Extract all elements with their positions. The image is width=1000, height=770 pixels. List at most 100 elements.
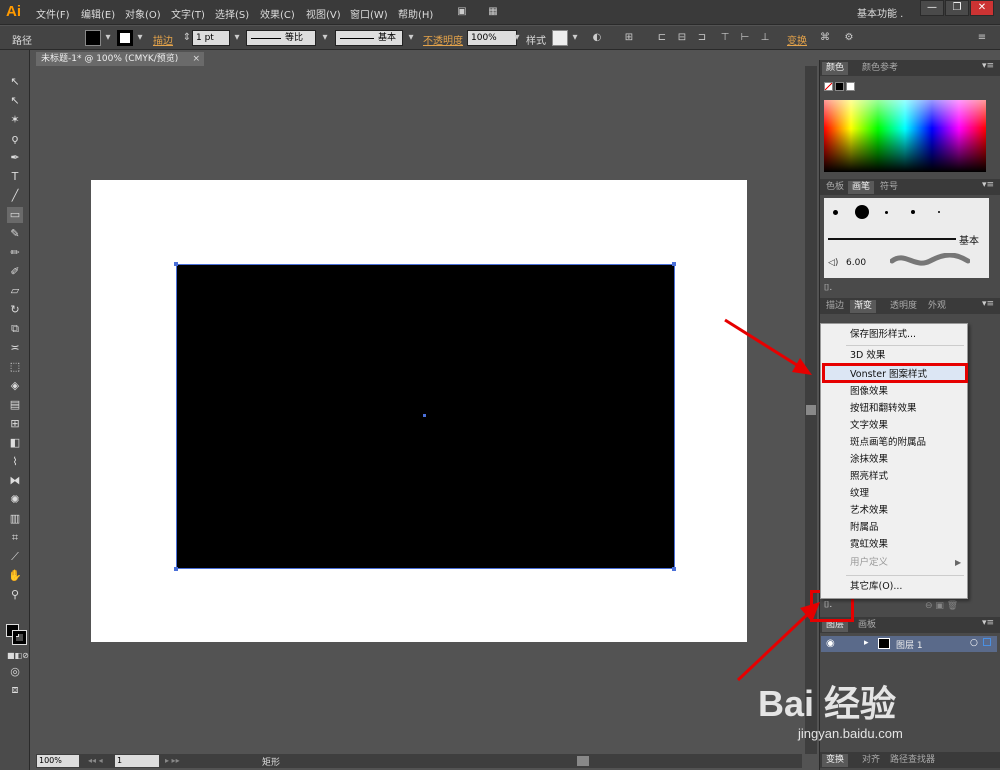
menu-item-save-graphic-styles[interactable]: 保存图形样式... [850,327,916,342]
transform-link[interactable]: 变换 [787,32,807,47]
menu-item-artistic-effects[interactable]: 艺术效果 [850,503,888,518]
variable-width-profile[interactable]: 等比 [246,30,316,46]
anchor-point[interactable] [672,567,676,571]
stroke-dropdown-icon[interactable]: ▾ [133,31,147,45]
stroke-swatch[interactable] [117,30,133,46]
width-tool-icon[interactable]: ≍ [7,340,23,356]
brush-panel-menu-icon[interactable]: ▾≡ [982,180,994,190]
appearance-panel-menu-icon[interactable]: ▾≡ [982,299,994,309]
menu-item-textures[interactable]: 纹理 [850,486,869,501]
close-document-icon[interactable]: × [192,52,200,66]
anchor-point[interactable] [174,262,178,266]
stroke-link[interactable]: 描边 [153,32,173,47]
pen-tool-icon[interactable]: ✒ [7,150,23,166]
slice-tool-icon[interactable]: ⟋ [7,549,23,565]
rotate-tool-icon[interactable]: ↻ [7,302,23,318]
brush-base-stroke[interactable] [828,238,956,240]
brush-libraries-menu-icon[interactable]: ⌷. [824,283,832,293]
white-swatch[interactable] [846,82,855,91]
menu-item-vonster-pattern-styles[interactable]: Vonster 图案样式 [850,367,927,382]
brush-dot[interactable] [911,210,915,214]
free-transform-tool-icon[interactable]: ⬚ [7,359,23,375]
close-button[interactable]: ✕ [970,0,994,16]
stroke-color-icon[interactable] [12,630,27,645]
tab-symbols[interactable]: 符号 [876,181,902,194]
align-top-icon[interactable]: ⊤ [718,31,732,45]
color-mode-icons[interactable]: ■◧⊘ [7,648,29,664]
align-bottom-icon[interactable]: ⊥ [758,31,772,45]
menu-window[interactable]: 窗口(W) [350,6,388,21]
menu-item-type-effects[interactable]: 文字效果 [850,418,888,433]
minimize-button[interactable]: — [920,0,944,16]
align-to-icon[interactable]: ⊞ [622,31,636,45]
fill-dropdown-icon[interactable]: ▾ [101,31,115,45]
brush-round-large[interactable] [855,205,869,219]
drawing-mode-icon[interactable]: ◎ [7,664,23,680]
brush-dot[interactable] [885,211,888,214]
paintbrush-tool-icon[interactable]: ✎ [7,226,23,242]
menu-view[interactable]: 视图(V) [306,6,341,21]
control-options-icon[interactable]: ⚙ [842,31,856,45]
gradient-tool-icon[interactable]: ◧ [7,435,23,451]
menu-item-additive[interactable]: 附属品 [850,520,879,535]
tab-color[interactable]: 颜色 [822,62,849,75]
style-dropdown-icon[interactable]: ▾ [568,31,582,45]
layer-selection-icon[interactable] [983,638,991,646]
zoom-level-field[interactable]: 100% [37,755,79,767]
lasso-tool-icon[interactable]: ϙ [7,131,23,147]
menu-item-scribble-effects[interactable]: 涂抹效果 [850,452,888,467]
tab-artboards[interactable]: 画板 [854,619,880,632]
align-center-icon[interactable]: ⊟ [675,31,689,45]
status-current-tool[interactable]: 矩形 [262,755,280,768]
layer-name[interactable]: 图层 1 [896,638,923,651]
profile-dropdown-icon[interactable]: ▾ [318,31,332,45]
menu-item-image-effects[interactable]: 图像效果 [850,384,888,399]
column-graph-tool-icon[interactable]: ▥ [7,511,23,527]
stroke-weight-field[interactable]: 1 pt [192,30,230,46]
menu-type[interactable]: 文字(T) [171,6,205,21]
brush-wave-stroke[interactable] [890,253,970,269]
align-left-icon[interactable]: ⊏ [655,31,669,45]
line-tool-icon[interactable]: ╱ [7,188,23,204]
pencil-tool-icon[interactable]: ✏ [7,245,23,261]
workspace-switcher[interactable]: 基本功能 . [857,5,903,20]
fill-swatch[interactable] [85,30,101,46]
horizontal-scroll-thumb[interactable] [577,756,589,766]
blob-brush-tool-icon[interactable]: ✐ [7,264,23,280]
rectangle-tool-icon[interactable]: ▭ [7,207,23,223]
zoom-tool-icon[interactable]: ⚲ [7,587,23,603]
restore-button[interactable]: ❐ [945,0,969,16]
perspective-grid-tool-icon[interactable]: ▤ [7,397,23,413]
menu-item-blob-brush-additions[interactable]: 斑点画笔的附属品 [850,435,926,450]
menu-select[interactable]: 选择(S) [215,6,249,21]
opacity-dropdown-icon[interactable]: ▾ [510,31,524,45]
hand-tool-icon[interactable]: ✋ [7,568,23,584]
align-right-icon[interactable]: ⊐ [695,31,709,45]
menu-help[interactable]: 帮助(H) [398,6,433,21]
anchor-point[interactable] [174,567,178,571]
tab-swatches[interactable]: 色板 [822,181,848,194]
anchor-point[interactable] [672,262,676,266]
align-middle-icon[interactable]: ⊢ [738,31,752,45]
brush-definition[interactable]: 基本 [335,30,403,46]
direct-selection-tool-icon[interactable]: ↖ [7,93,23,109]
artboard-nav-prev-icons[interactable]: ◂◂ ◂ [88,756,103,765]
document-tab[interactable]: 未标题-1* @ 100% (CMYK/预览) × [36,52,204,66]
tab-gradient[interactable]: 渐变 [850,300,877,313]
recolor-artwork-icon[interactable]: ◐ [590,31,604,45]
menu-item-other-library[interactable]: 其它库(O)... [850,579,902,594]
tab-transparency[interactable]: 透明度 [886,300,921,313]
magic-wand-tool-icon[interactable]: ✶ [7,112,23,128]
control-panel-menu-icon[interactable]: ≡ [975,31,989,45]
brush-dropdown-icon[interactable]: ▾ [404,31,418,45]
menu-item-illuminate-styles[interactable]: 照亮样式 [850,469,888,484]
shape-builder-tool-icon[interactable]: ◈ [7,378,23,394]
brush-round-small[interactable] [833,210,838,215]
menu-file[interactable]: 文件(F) [36,6,70,21]
artboard-nav-next-icons[interactable]: ▸ ▸▸ [165,756,180,765]
eyedropper-tool-icon[interactable]: ⌇ [7,454,23,470]
color-panel-menu-icon[interactable]: ▾≡ [982,61,994,71]
tab-color-guide[interactable]: 颜色参考 [858,62,902,75]
graphic-style-swatch[interactable] [552,30,568,46]
artboard-tool-icon[interactable]: ⌗ [7,530,23,546]
